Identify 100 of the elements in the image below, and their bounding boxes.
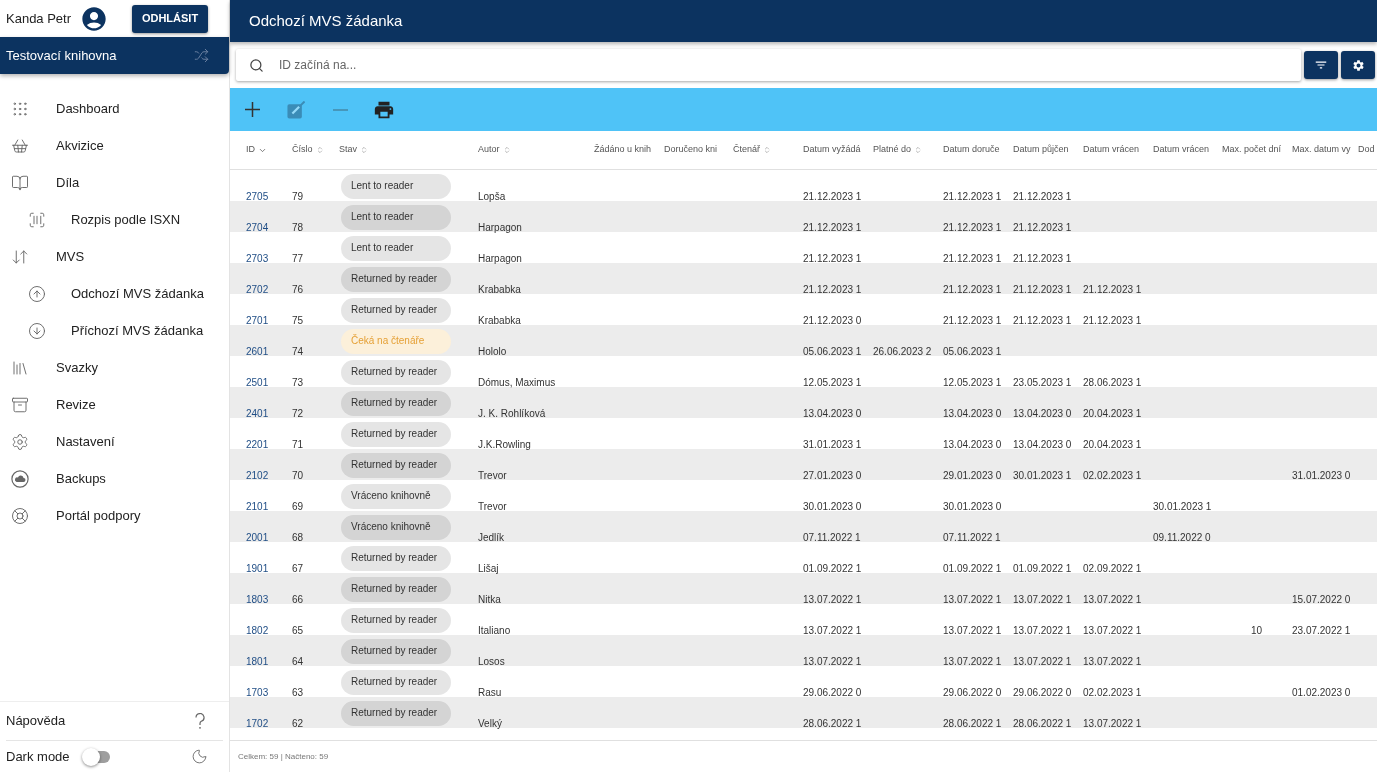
column-header[interactable]: ID [246,143,267,157]
nav-item[interactable]: Backups [0,460,229,497]
nav-item[interactable]: Rozpis podle ISXN [0,201,229,238]
id-link[interactable]: 1702 [246,717,269,731]
id-link[interactable]: 2705 [246,190,269,204]
date-text: 15.07.2022 0 [1292,593,1351,607]
date-text: 13.04.2023 0 [943,407,1002,421]
id-link[interactable]: 2703 [246,252,269,266]
date-text: 28.06.2022 1 [803,717,862,731]
column-header[interactable]: Autor [478,143,511,157]
id-link[interactable]: 1801 [246,655,269,669]
author-name: J.K.Rowling [478,438,531,452]
author-name: Trevor [478,469,507,483]
nav-item[interactable]: Nastavení [0,423,229,460]
id-link[interactable]: 2601 [246,345,269,359]
filter-button[interactable] [1304,51,1338,79]
status-tag: Čeká na čtenáře [341,329,451,354]
date-text: 13.04.2023 0 [1013,438,1072,452]
id-link[interactable]: 1703 [246,686,269,700]
nav-item[interactable]: Odchozí MVS žádanka [0,275,229,312]
date-text: 29.06.2022 0 [1013,686,1072,700]
plus-icon [244,102,260,117]
id-link[interactable]: 1802 [246,624,269,638]
settings-button[interactable] [1341,51,1375,79]
number-text: 71 [292,438,304,452]
column-header[interactable]: Datum doruče [943,143,1000,157]
date-text: 13.07.2022 1 [1013,593,1072,607]
moon-icon [191,748,208,765]
id-link[interactable]: 2001 [246,531,269,545]
id-link[interactable]: 2701 [246,314,269,328]
dark-mode-switch[interactable] [81,747,110,766]
id-link[interactable]: 2101 [246,500,269,514]
column-header[interactable]: Max. počet dní [1222,143,1282,157]
status-tag: Returned by reader [341,639,451,664]
number-text: 65 [292,624,304,638]
id-link[interactable]: 2704 [246,221,269,235]
column-header[interactable]: Datum vrácen [1153,143,1210,157]
logout-button[interactable]: ODHLÁSIT [132,4,208,33]
column-header[interactable]: Stav [339,143,368,157]
column-header[interactable]: Max. datum vy [1292,143,1351,157]
date-text: 13.07.2022 1 [1083,593,1142,607]
barcode-icon [28,210,46,229]
status-tag: Returned by reader [341,546,451,571]
nav-item[interactable]: MVS [0,238,229,275]
date-text: 01.02.2023 0 [1292,686,1351,700]
date-text: 13.07.2022 1 [803,624,862,638]
status-tag: Lent to reader [341,205,451,230]
column-header[interactable]: Datum vyžádá [803,143,861,157]
date-text: 31.01.2023 0 [1292,469,1351,483]
dark-mode-label: Dark mode [6,747,70,766]
status-tag: Returned by reader [341,577,451,602]
date-text: 21.12.2023 1 [803,221,862,235]
id-link[interactable]: 2201 [246,438,269,452]
column-header[interactable]: Čtenář [733,143,771,157]
arrows-up-down-icon [11,247,29,266]
search-input[interactable]: ID začíná na... [279,53,1293,77]
shuffle-icon[interactable] [194,48,209,63]
nav-item[interactable]: Dashboard [0,90,229,127]
date-text: 23.05.2023 1 [1013,376,1072,390]
cloud-icon [11,469,29,488]
nav-item[interactable]: Portál podpory [0,497,229,534]
date-text: 13.07.2022 1 [803,655,862,669]
column-header[interactable]: Doručeno kni [664,143,718,157]
search-icon [249,57,264,73]
help-button[interactable]: Nápověda [0,702,229,740]
author-name: Harpagon [478,252,522,266]
column-header[interactable]: Dod [1358,143,1375,157]
id-link[interactable]: 2401 [246,407,269,421]
id-link[interactable]: 2102 [246,469,269,483]
date-text: 28.06.2022 1 [1013,717,1072,731]
column-header[interactable]: Datum půjčen [1013,143,1069,157]
nav-item[interactable]: Revize [0,386,229,423]
column-header[interactable]: Číslo [292,143,324,157]
author-name: Lišaj [478,562,499,576]
date-text: 21.12.2023 1 [943,252,1002,266]
user-name: Kanda Petr [6,9,73,28]
settings-icon [11,432,29,451]
column-header[interactable]: Platné do [873,143,923,157]
id-link[interactable]: 1901 [246,562,269,576]
column-header[interactable]: Žádáno u knih [594,143,652,157]
date-text: 13.07.2022 1 [943,593,1002,607]
column-header[interactable]: Datum vrácen [1083,143,1140,157]
id-link[interactable]: 2501 [246,376,269,390]
avatar-icon[interactable] [80,4,108,33]
date-text: 30.01.2023 1 [1153,500,1212,514]
date-text: 13.07.2022 1 [1083,655,1142,669]
date-text: 09.11.2022 0 [1153,531,1211,545]
pencil-square-icon [287,100,305,119]
date-text: 20.04.2023 1 [1083,407,1142,421]
nav-item[interactable]: Příchozí MVS žádanka [0,312,229,349]
date-text: 20.04.2023 1 [1083,438,1142,452]
id-link[interactable]: 1803 [246,593,269,607]
number-text: 77 [292,252,304,266]
nav-item[interactable]: Díla [0,164,229,201]
nav-item[interactable]: Akvizice [0,127,229,164]
id-link[interactable]: 2702 [246,283,269,297]
nav-item[interactable]: Svazky [0,349,229,386]
date-text: 21.12.2023 1 [943,221,1002,235]
author-name: Dómus, Maximus [478,376,556,390]
status-tag: Returned by reader [341,360,451,385]
